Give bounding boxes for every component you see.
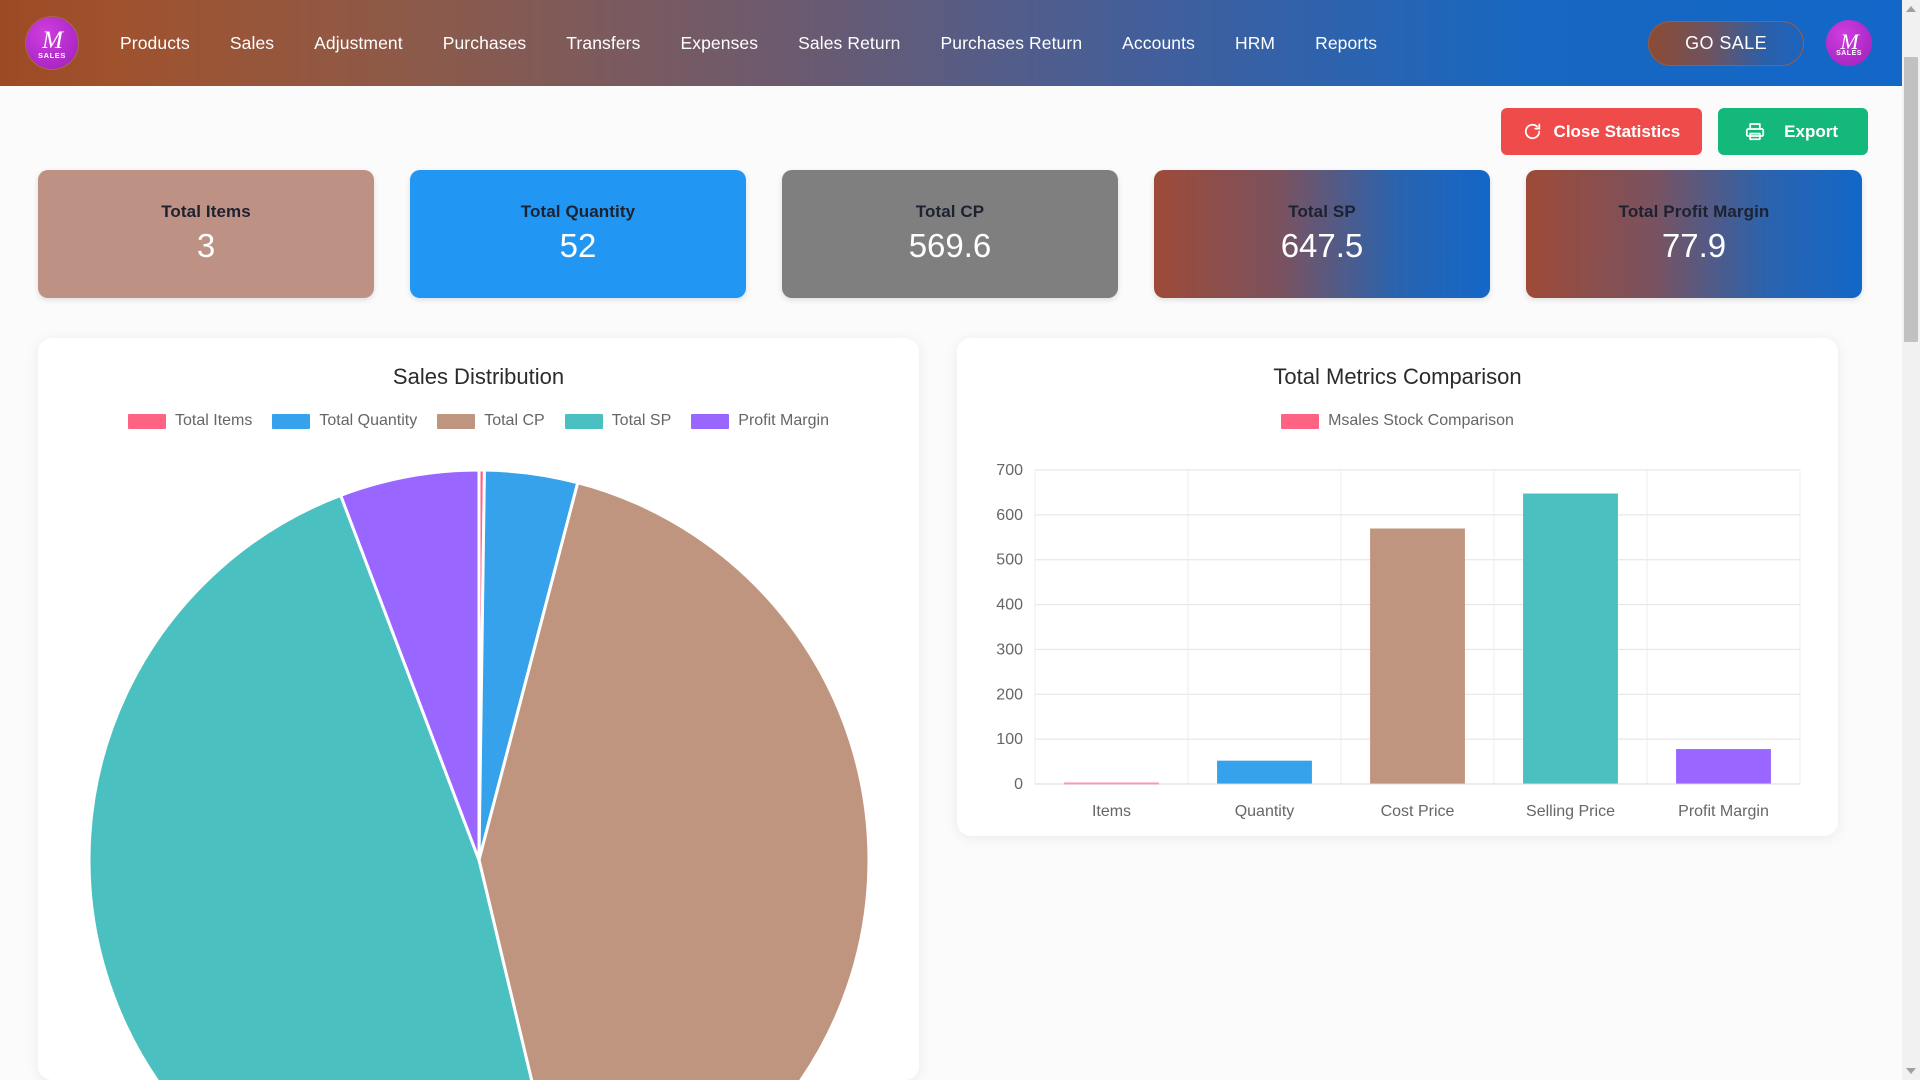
total-metrics-comparison-card: Total Metrics Comparison Msales Stock Co… [957,338,1838,836]
export-label: Export [1784,121,1838,141]
close-statistics-label: Close Statistics [1553,121,1681,141]
y-axis-tick-label: 700 [996,462,1023,479]
nav-item-purchases-return[interactable]: Purchases Return [920,0,1102,86]
x-axis-tick-label: Profit Margin [1678,803,1769,820]
x-axis-tick-label: Items [1092,803,1131,820]
legend-item-total-quantity[interactable]: Total Quantity [272,412,417,430]
stat-label: Total Items [161,202,251,221]
legend-item-total-cp[interactable]: Total CP [437,412,545,430]
avatar-monogram: M [1840,28,1858,54]
legend-label: Total SP [611,412,672,429]
legend-swatch-icon [691,413,730,429]
scrollbar-up-arrow[interactable] [1902,0,1920,18]
legend-swatch-icon [564,413,603,429]
bar[interactable] [1217,760,1312,784]
bar[interactable] [1370,528,1465,784]
y-axis-tick-label: 200 [996,686,1023,703]
top-navbar: M SALES Products Sales Adjustment Purcha… [0,0,1902,86]
stat-value: 3 [196,227,216,264]
printer-icon [1744,121,1766,142]
x-axis-tick-label: Selling Price [1526,803,1615,820]
close-statistics-button[interactable]: Close Statistics [1500,108,1703,155]
legend-item-total-sp[interactable]: Total SP [564,412,672,430]
stat-card-total-sp: Total SP 647.5 [1154,170,1490,298]
bar[interactable] [1676,749,1771,784]
stat-label: Total Quantity [520,202,636,221]
legend-label: Profit Margin [738,412,829,429]
stat-value: 52 [559,227,597,264]
nav-item-adjustment[interactable]: Adjustment [294,0,423,86]
y-axis-tick-label: 100 [996,731,1023,748]
nav-item-reports[interactable]: Reports [1295,0,1397,86]
nav-item-sales[interactable]: Sales [210,0,294,86]
avatar-subtext: SALES [1836,49,1862,57]
nav-links: Products Sales Adjustment Purchases Tran… [100,0,1397,86]
brand-logo-icon[interactable]: M SALES [26,17,78,69]
chevron-up-icon [1906,6,1916,12]
sales-distribution-card: Sales Distribution Total Items Total Quan… [38,338,919,1080]
stat-card-total-profit-margin: Total Profit Margin 77.9 [1526,170,1862,298]
legend-label: Msales Stock Comparison [1328,412,1514,429]
legend-swatch-icon [128,413,167,429]
y-axis-tick-label: 0 [1014,776,1023,793]
x-axis-tick-label: Cost Price [1381,803,1455,820]
legend-label: Total CP [484,412,545,429]
nav-item-sales-return[interactable]: Sales Return [778,0,920,86]
bar-chart-plot-area: 0 100 200 300 400 500 600 700 Items Quantity Cost … [957,456,1838,836]
x-axis-tick-label: Quantity [1235,803,1295,820]
action-bar: Close Statistics Export [1500,108,1868,155]
pie-chart-svg[interactable] [79,460,879,1080]
stat-label: Total CP [915,202,985,221]
nav-item-accounts[interactable]: Accounts [1102,0,1215,86]
y-axis-tick-label: 600 [996,507,1023,524]
legend-swatch-icon [272,413,311,429]
stat-value: 569.6 [908,227,992,264]
export-button[interactable]: Export [1718,108,1868,155]
bar-chart-legend: Msales Stock Comparison [957,412,1838,430]
go-sale-button[interactable]: GO SALE [1648,20,1804,66]
chevron-down-icon [1906,1068,1916,1074]
nav-item-products[interactable]: Products [100,0,210,86]
nav-item-expenses[interactable]: Expenses [660,0,778,86]
avatar[interactable]: M SALES [1826,20,1872,66]
nav-item-hrm[interactable]: HRM [1215,0,1295,86]
stat-label: Total Profit Margin [1618,202,1770,221]
stat-cards-row: Total Items 3 Total Quantity 52 Total CP… [38,170,1862,298]
refresh-icon [1523,122,1542,141]
legend-item-profit-margin[interactable]: Profit Margin [691,412,829,430]
charts-row: Sales Distribution Total Items Total Quan… [38,338,1862,1080]
brand-monogram: M [42,26,63,54]
legend-item-msales-stock-comparison[interactable]: Msales Stock Comparison [1281,412,1514,430]
nav-item-transfers[interactable]: Transfers [546,0,660,86]
stat-value: 77.9 [1661,227,1727,264]
scrollbar-down-arrow[interactable] [1902,1062,1920,1080]
bar-chart-title: Total Metrics Comparison [1273,364,1522,389]
legend-swatch-icon [1281,413,1320,429]
pie-chart-legend: Total Items Total Quantity Total CP Total S… [38,412,919,430]
nav-item-purchases[interactable]: Purchases [423,0,547,86]
legend-label: Total Quantity [319,412,418,429]
legend-item-total-items[interactable]: Total Items [128,412,252,430]
stat-card-total-cp: Total CP 569.6 [782,170,1118,298]
page-scrollbar[interactable] [1902,0,1920,1080]
stat-value: 647.5 [1280,227,1364,264]
navbar-right-group: GO SALE M SALES [1648,20,1902,66]
page-root: M SALES Products Sales Adjustment Purcha… [0,0,1920,1080]
legend-swatch-icon [437,413,476,429]
y-axis-tick-label: 500 [996,552,1023,569]
bar-chart-svg[interactable]: 0 100 200 300 400 500 600 700 Items Quantity Cost … [957,456,1838,836]
y-axis-tick-label: 300 [996,641,1023,658]
pie-chart-title: Sales Distribution [392,364,565,389]
bar[interactable] [1523,493,1618,784]
scrollbar-thumb[interactable] [1904,57,1918,342]
y-axis-tick-label: 400 [996,597,1023,614]
legend-label: Total Items [175,412,253,429]
stat-card-total-items: Total Items 3 [38,170,374,298]
stat-label: Total SP [1288,202,1356,221]
pie-chart-plot-area [38,460,919,1080]
stat-card-total-quantity: Total Quantity 52 [410,170,746,298]
brand-subtext: SALES [37,50,66,60]
